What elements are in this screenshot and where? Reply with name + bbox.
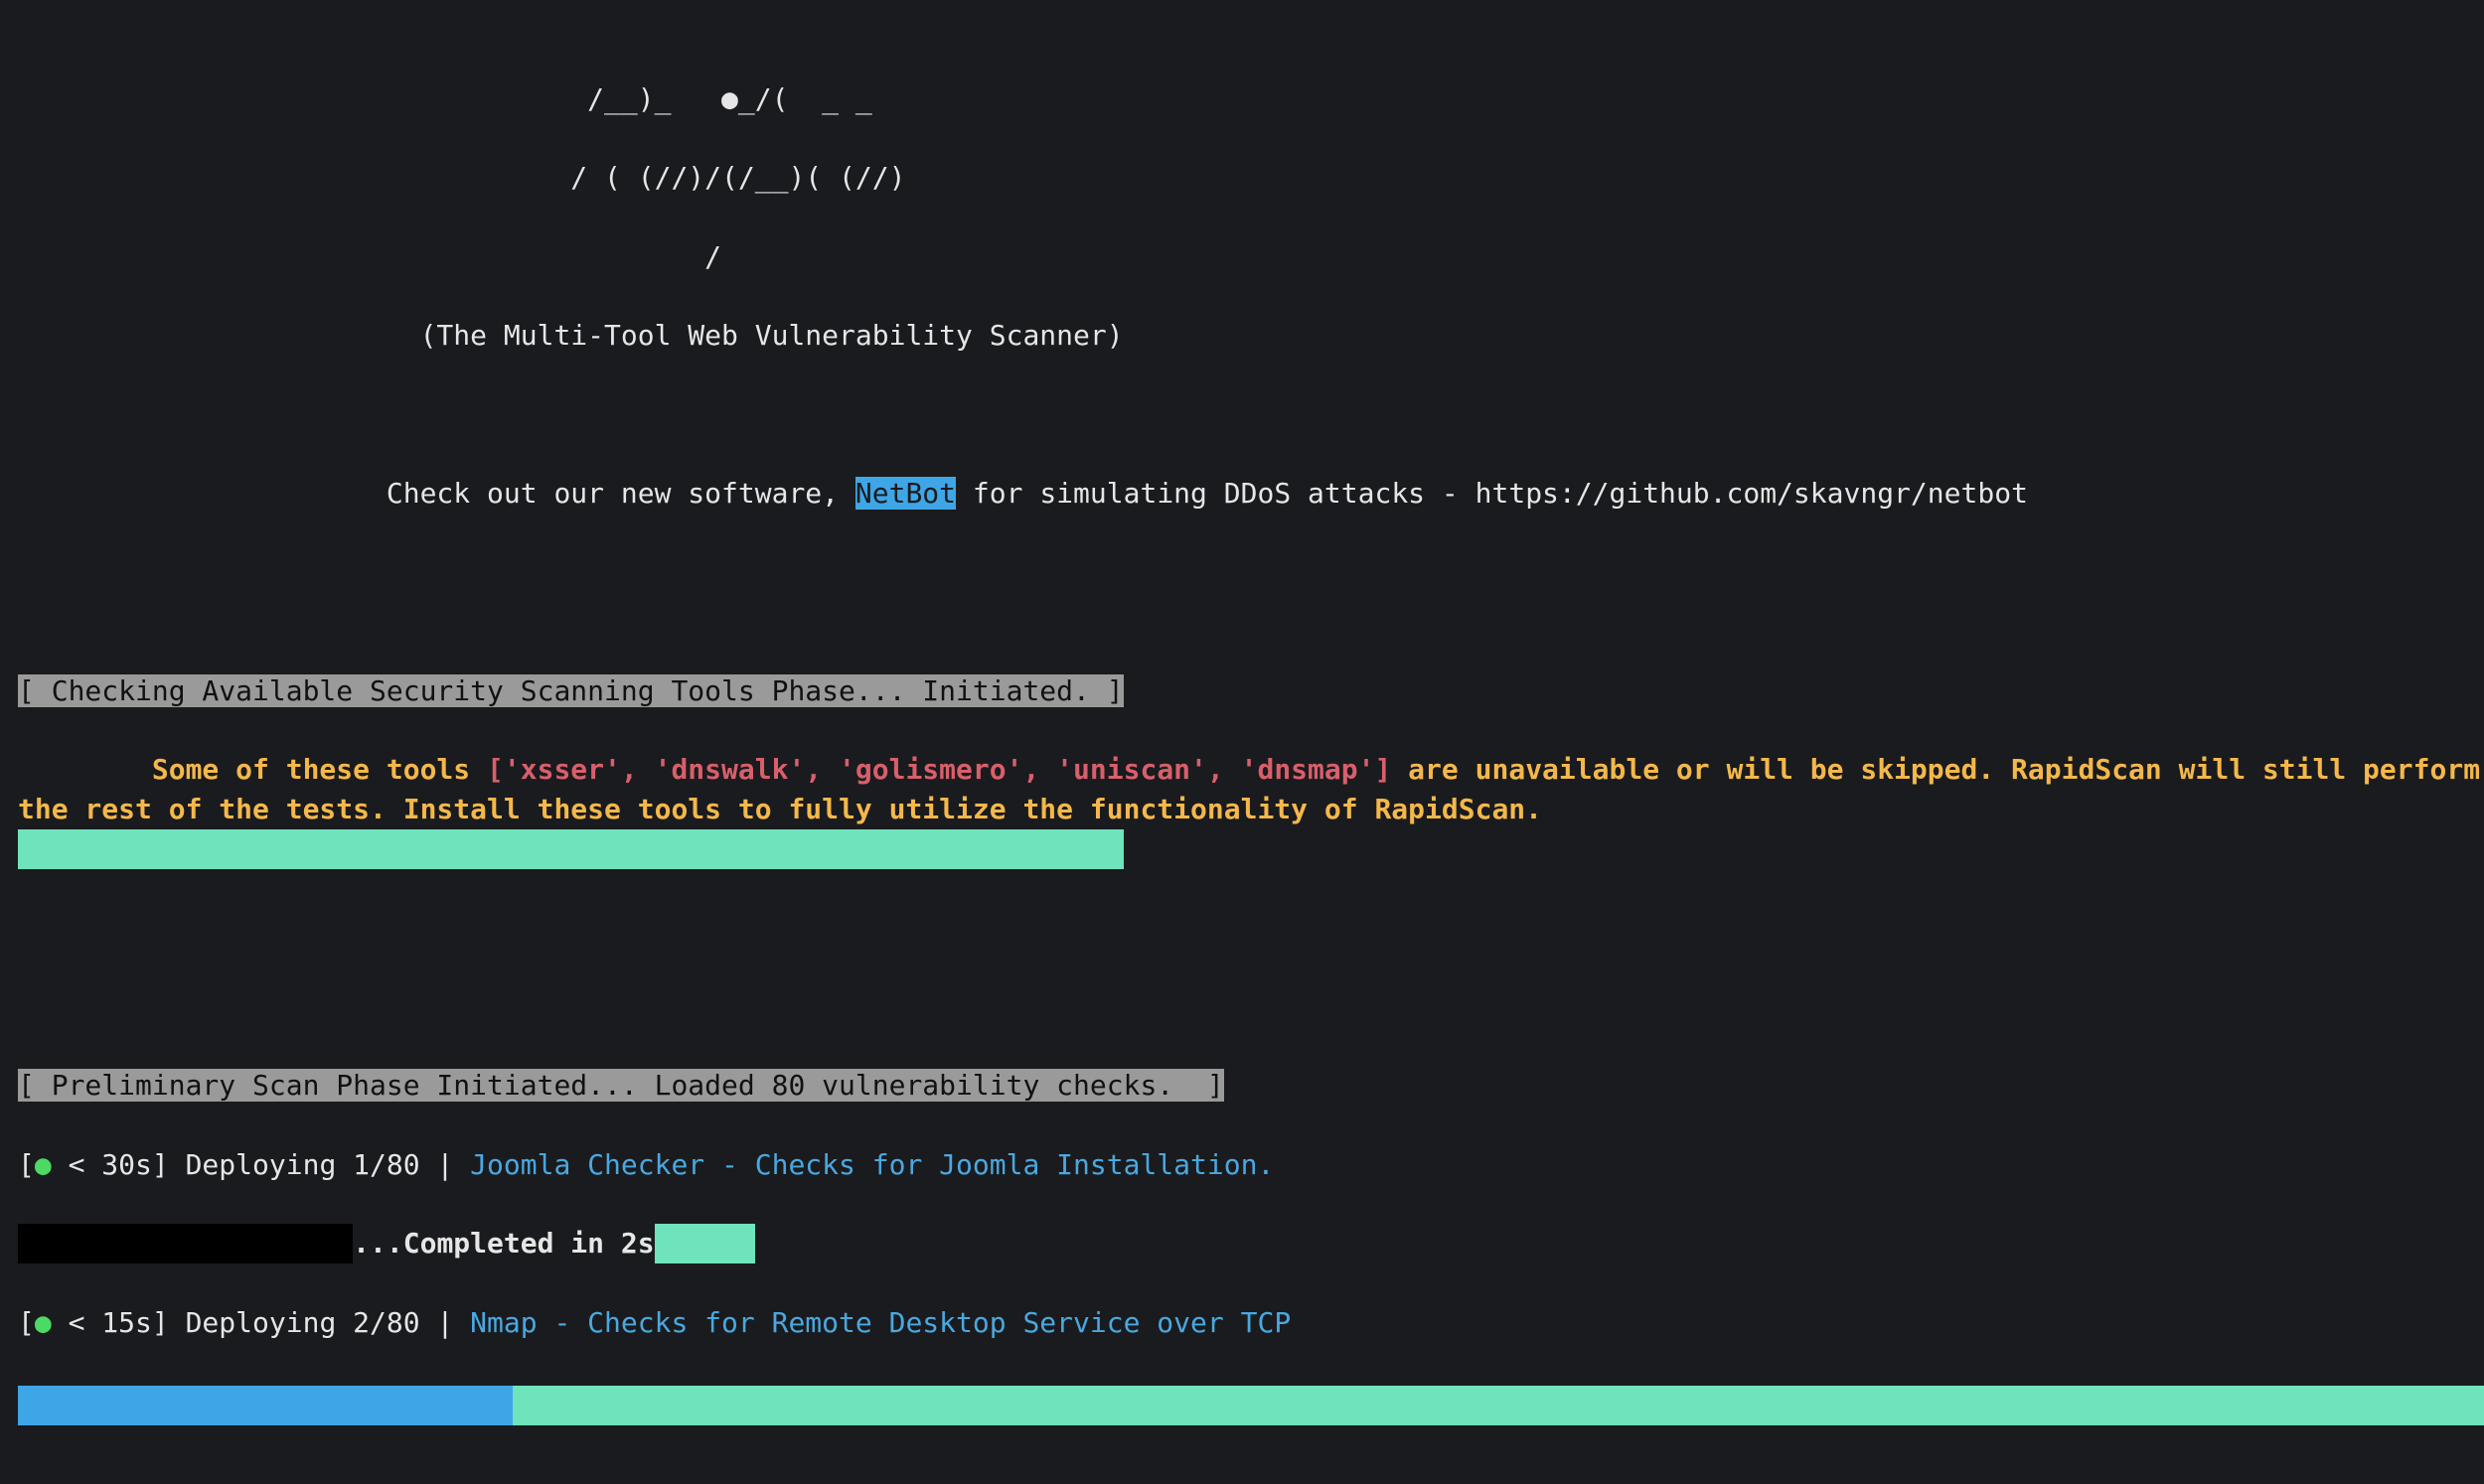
phase-check-warning: Some of these tools ['xsser', 'dnswalk',…	[18, 753, 2480, 825]
task-row-2: [● < 15s] Deploying 2/80 | Nmap - Checks…	[18, 1303, 2484, 1343]
task-1-label: Joomla Checker - Checks for Joomla Insta…	[470, 1148, 1274, 1181]
blank-line-3	[18, 592, 2484, 632]
terminal-output: /__)_ ●_/( _ _ / ( (//)/(/__)( (//) / (T…	[0, 0, 2484, 1484]
phase-scan-header-line: [ Preliminary Scan Phase Initiated... Lo…	[18, 1066, 2484, 1106]
task-2-time: < 15s]	[52, 1306, 186, 1339]
phase-check-completed: [ Checking Available Security Scanning T…	[18, 829, 1124, 869]
blank-line-5	[18, 987, 2484, 1027]
task-1-status-dot-icon: ●	[35, 1148, 52, 1181]
promo-url: https://github.com/skavngr/netbot	[1475, 477, 2028, 510]
task-1-green-pad	[655, 1224, 755, 1263]
progress-segment-teal	[513, 1386, 2484, 1425]
app-subtitle: (The Multi-Tool Web Vulnerability Scanne…	[18, 316, 2484, 356]
task-1-time: < 30s]	[52, 1148, 186, 1181]
phase-check-header: [ Checking Available Security Scanning T…	[18, 674, 1124, 707]
task-2-label: Nmap - Checks for Remote Desktop Service…	[470, 1306, 1291, 1339]
blank-line-4	[18, 908, 2484, 948]
task-1-bracket-open: [	[18, 1148, 35, 1181]
promo-lead: Check out our new software,	[18, 477, 855, 510]
missing-tools-list: ['xsser', 'dnswalk', 'golismero', 'unisc…	[487, 753, 1391, 786]
task-1-deploy: Deploying 1/80 |	[186, 1148, 471, 1181]
ascii-art-line-3: /	[18, 237, 2484, 277]
phase-check-completed-line: [ Checking Available Security Scanning T…	[18, 829, 2484, 869]
promo-highlight-netbot: NetBot	[855, 477, 956, 510]
task-row-1: [● < 30s] Deploying 1/80 | Joomla Checke…	[18, 1145, 2484, 1185]
phase-scan-header: [ Preliminary Scan Phase Initiated... Lo…	[18, 1069, 1224, 1102]
task-2-bracket-open: [	[18, 1306, 35, 1339]
ascii-art-line-1: /__)_ ●_/( _ _	[18, 79, 2484, 119]
blank-line-2	[18, 514, 2484, 553]
blank-line-1	[18, 395, 2484, 435]
promo-tail: for simulating DDoS attacks -	[956, 477, 1475, 510]
task-1-black-pad	[18, 1224, 353, 1263]
progress-segment-blue	[18, 1386, 513, 1425]
task-1-completed-line: ...Completed in 2s	[18, 1224, 2484, 1263]
task-2-deploy: Deploying 2/80 |	[186, 1306, 471, 1339]
task-2-status-dot-icon: ●	[35, 1306, 52, 1339]
scan-progress-bar	[18, 1386, 2484, 1425]
task-1-completed-text: ...Completed in 2s	[353, 1227, 654, 1260]
warning-intro: Some of these tools	[18, 753, 487, 786]
promo-line: Check out our new software, NetBot for s…	[18, 477, 2028, 510]
phase-check-header-line: [ Checking Available Security Scanning T…	[18, 671, 2484, 711]
ascii-art-line-2: / ( (//)/(/__)( (//)	[18, 158, 2484, 198]
